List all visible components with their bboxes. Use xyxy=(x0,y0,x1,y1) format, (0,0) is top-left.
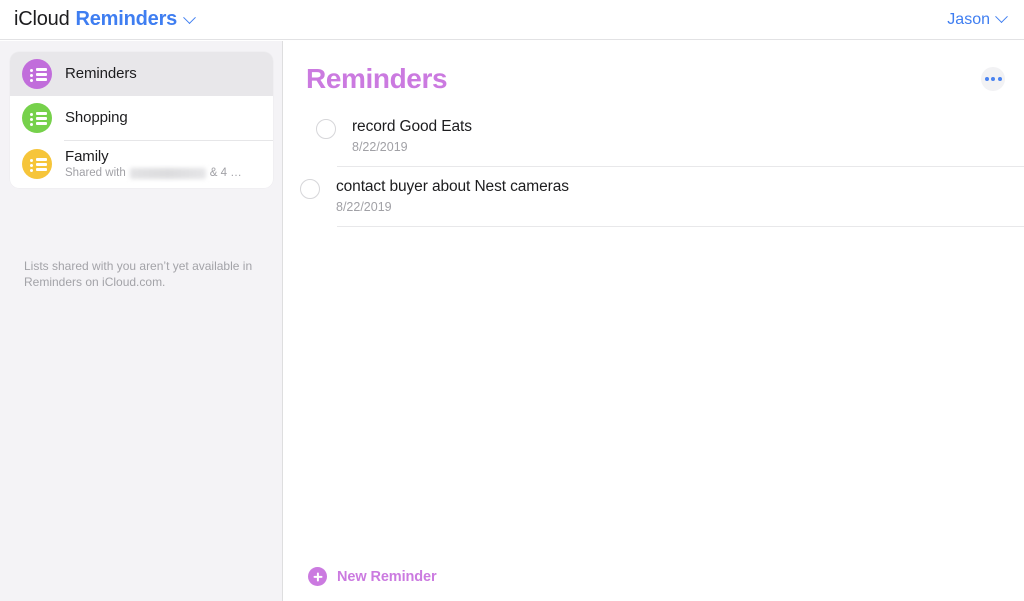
sidebar-item-reminders[interactable]: Reminders xyxy=(10,52,273,96)
new-reminder-button[interactable]: New Reminder xyxy=(308,567,437,586)
brand-icloud-label: iCloud xyxy=(14,8,70,30)
lists-card: Reminders Shopping Family Shared with & … xyxy=(10,52,273,188)
icloud-reminders-app: iCloud Reminders Jason Reminders Shoppin… xyxy=(0,0,1024,601)
reminder-text: contact buyer about Nest cameras 8/22/20… xyxy=(336,177,569,215)
reminder-checkbox[interactable] xyxy=(300,179,320,199)
brand-menu[interactable]: iCloud Reminders xyxy=(14,8,196,31)
sidebar-item-text: Family Shared with & 4 … xyxy=(65,148,242,181)
sidebar-item-text: Reminders xyxy=(65,65,137,83)
reminder-row[interactable]: contact buyer about Nest cameras 8/22/20… xyxy=(300,166,1024,227)
reminder-title: record Good Eats xyxy=(352,118,472,135)
account-name-label: Jason xyxy=(947,10,990,28)
reminder-row[interactable]: record Good Eats 8/22/2019 xyxy=(284,107,1024,166)
list-circle-icon xyxy=(22,149,52,179)
chevron-down-icon xyxy=(995,9,1008,23)
chevron-down-icon xyxy=(183,11,196,25)
plus-circle-icon xyxy=(308,567,327,586)
reminder-text: record Good Eats 8/22/2019 xyxy=(352,117,472,155)
main-header: Reminders xyxy=(284,41,1024,99)
redacted-name-block xyxy=(129,167,206,179)
ellipsis-icon[interactable] xyxy=(981,67,1005,91)
sidebar-item-label: Family xyxy=(65,147,109,165)
account-menu[interactable]: Jason xyxy=(947,9,1008,29)
sidebar-item-family[interactable]: Family Shared with & 4 … xyxy=(10,140,273,188)
sidebar-item-label: Shopping xyxy=(65,109,128,126)
main-content: Reminders record Good Eats 8/22/2019 con… xyxy=(284,41,1024,601)
sidebar-item-text: Shopping xyxy=(65,109,128,127)
list-circle-icon xyxy=(22,59,52,89)
top-bar: iCloud Reminders Jason xyxy=(0,0,1024,40)
sidebar-item-label: Reminders xyxy=(65,65,137,82)
brand-app-label: Reminders xyxy=(75,8,178,30)
sidebar-item-shared-sublabel: Shared with & 4 … xyxy=(65,166,242,181)
sidebar: Reminders Shopping Family Shared with & … xyxy=(0,41,283,601)
reminder-date: 8/22/2019 xyxy=(336,200,392,214)
list-circle-icon xyxy=(22,103,52,133)
reminder-title: contact buyer about Nest cameras xyxy=(336,178,569,195)
page-title: Reminders xyxy=(306,63,448,94)
shared-with-suffix: & 4 … xyxy=(209,166,242,179)
reminders-list: record Good Eats 8/22/2019 contact buyer… xyxy=(284,107,1024,227)
reminder-checkbox[interactable] xyxy=(316,119,336,139)
sidebar-item-shopping[interactable]: Shopping xyxy=(10,96,273,140)
shared-with-prefix: Shared with xyxy=(65,166,126,179)
shared-lists-note: Lists shared with you aren’t yet availab… xyxy=(24,259,253,289)
new-reminder-label: New Reminder xyxy=(337,568,437,585)
reminder-date: 8/22/2019 xyxy=(352,140,408,154)
